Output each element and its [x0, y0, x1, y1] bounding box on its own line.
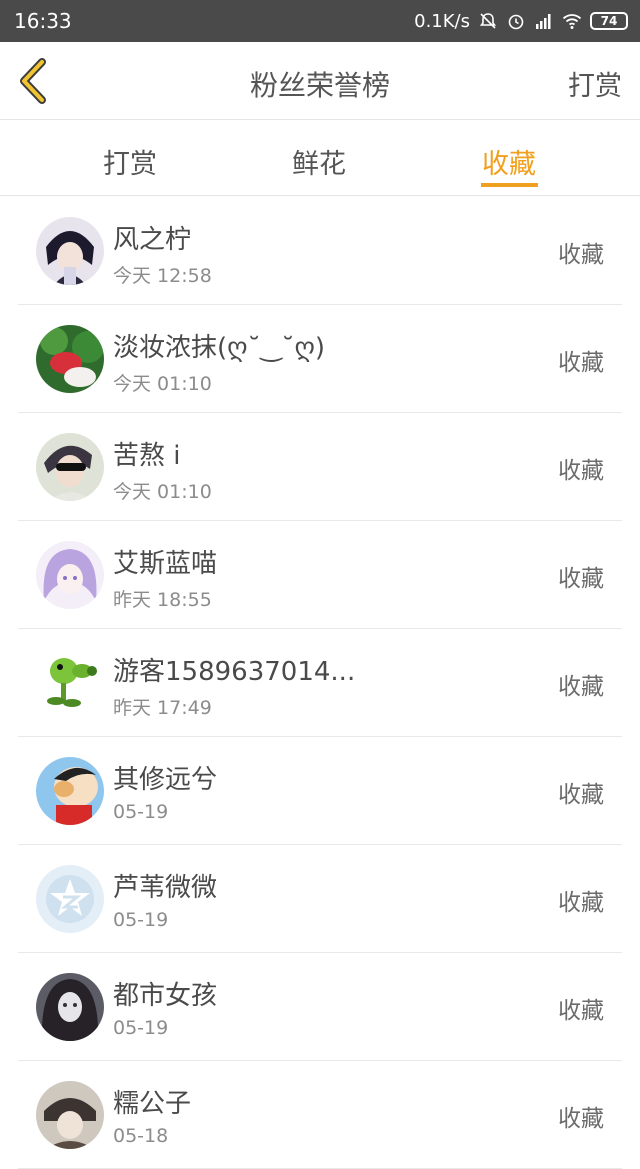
list-item[interactable]: 风之柠 今天 12:58 收藏	[18, 197, 622, 305]
user-name: 游客1589637014...	[113, 657, 356, 687]
user-name: 都市女孩	[113, 981, 218, 1011]
network-speed: 0.1K/s	[414, 10, 470, 32]
battery-icon: 74	[590, 12, 628, 30]
user-name: 苦熬 i	[113, 441, 181, 471]
action-type: 收藏	[558, 242, 604, 268]
tab-indicator	[481, 183, 538, 187]
avatar	[36, 325, 104, 393]
avatar	[36, 1081, 104, 1149]
action-type: 收藏	[558, 890, 604, 916]
timestamp: 05-19	[113, 1017, 169, 1039]
list-item[interactable]: 游客1589637014... 昨天 17:49 收藏	[18, 629, 622, 737]
signal-icon	[536, 14, 551, 29]
action-type: 收藏	[558, 458, 604, 484]
reward-button[interactable]: 打赏	[568, 64, 622, 103]
user-name: 糯公子	[113, 1089, 192, 1119]
list-item[interactable]: 其修远兮 05-19 收藏	[18, 737, 622, 845]
user-name: 其修远兮	[113, 765, 218, 795]
timestamp: 今天 01:10	[113, 481, 212, 503]
action-type: 收藏	[558, 566, 604, 592]
timestamp: 05-18	[113, 1125, 169, 1147]
avatar	[36, 865, 104, 933]
list-item[interactable]: 淡妆浓抹(ღ˘‿˘ღ) 今天 01:10 收藏	[18, 305, 622, 413]
avatar	[36, 541, 104, 609]
status-icons: 0.1K/s 74	[414, 11, 628, 32]
list-item[interactable]: 都市女孩 05-19 收藏	[18, 953, 622, 1061]
action-type: 收藏	[558, 782, 604, 808]
timestamp: 今天 01:10	[113, 373, 212, 395]
user-name: 风之柠	[113, 225, 192, 255]
status-bar: 16:33 0.1K/s 74	[0, 0, 640, 42]
wifi-icon	[562, 14, 582, 29]
avatar	[36, 757, 104, 825]
user-name: 艾斯蓝喵	[113, 549, 218, 579]
action-type: 收藏	[558, 674, 604, 700]
page-title: 粉丝荣誉榜	[249, 69, 390, 102]
tab-favorites[interactable]: 收藏	[482, 142, 536, 181]
tab-flowers[interactable]: 鲜花	[292, 142, 346, 181]
alarm-icon	[508, 14, 524, 30]
list-item[interactable]: 糯公子 05-18 收藏	[18, 1061, 622, 1169]
list-item[interactable]: 芦苇微微 05-19 收藏	[18, 845, 622, 953]
user-name: 芦苇微微	[113, 873, 218, 903]
action-type: 收藏	[558, 998, 604, 1024]
timestamp: 05-19	[113, 909, 169, 931]
tab-bar: 打赏 鲜花 收藏	[0, 120, 640, 196]
action-type: 收藏	[558, 350, 604, 376]
action-type: 收藏	[558, 1106, 604, 1132]
fan-list: 风之柠 今天 12:58 收藏 淡妆浓抹(ღ˘‿˘ღ) 今天 01:10 收藏	[0, 197, 640, 1169]
list-item[interactable]: 艾斯蓝喵 昨天 18:55 收藏	[18, 521, 622, 629]
avatar	[36, 649, 104, 717]
timestamp: 昨天 18:55	[113, 589, 212, 611]
avatar	[36, 217, 104, 285]
timestamp: 今天 12:58	[113, 265, 212, 287]
timestamp: 05-19	[113, 801, 169, 823]
avatar	[36, 433, 104, 501]
status-time: 16:33	[14, 9, 72, 33]
header: 粉丝荣誉榜 打赏	[0, 42, 640, 120]
avatar	[36, 973, 104, 1041]
tab-reward[interactable]: 打赏	[103, 142, 157, 181]
list-item[interactable]: 苦熬 i 今天 01:10 收藏	[18, 413, 622, 521]
bell-muted-icon	[479, 13, 497, 29]
user-name: 淡妆浓抹(ღ˘‿˘ღ)	[113, 333, 326, 363]
timestamp: 昨天 17:49	[113, 697, 212, 719]
